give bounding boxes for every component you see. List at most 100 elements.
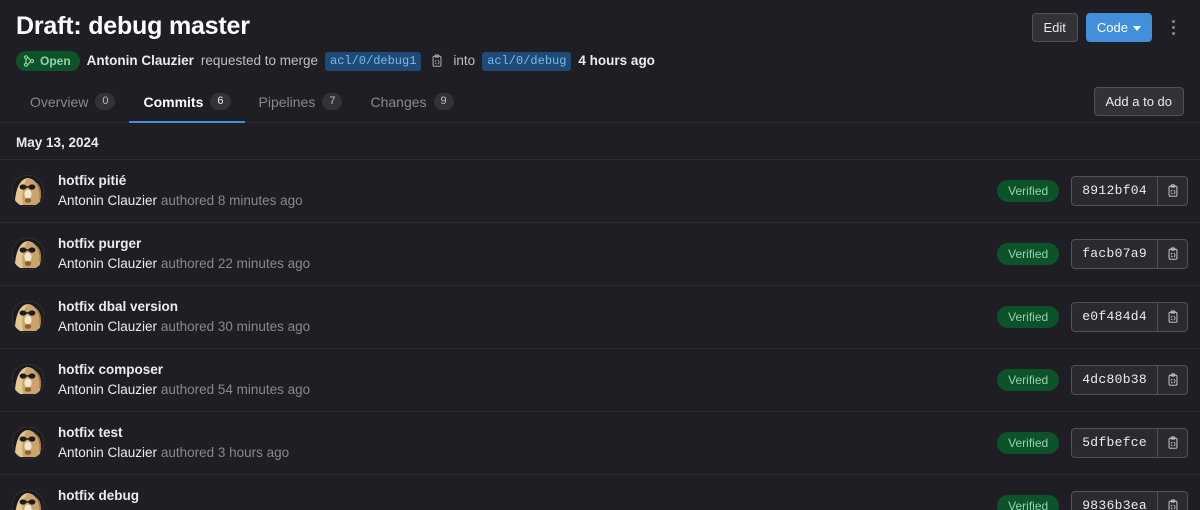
tab-pipelines-label: Pipelines <box>258 94 316 110</box>
tab-overview-label: Overview <box>30 94 89 110</box>
verified-badge[interactable]: Verified <box>997 306 1060 328</box>
code-button[interactable]: Code <box>1085 13 1152 42</box>
verified-badge[interactable]: Verified <box>997 369 1060 391</box>
commit-sha-group: 5dfbefce <box>1071 428 1188 458</box>
commit-sha[interactable]: 8912bf04 <box>1072 177 1157 205</box>
commit-title[interactable]: hotfix composer <box>58 360 997 379</box>
clipboard-glyph <box>1168 247 1177 260</box>
commit-sha[interactable]: 5dfbefce <box>1072 429 1157 457</box>
kebab-dot <box>1171 26 1175 29</box>
clipboard-icon[interactable] <box>1157 366 1187 394</box>
avatar[interactable] <box>12 238 44 270</box>
avatar[interactable] <box>12 175 44 207</box>
commit-title[interactable]: hotfix pitié <box>58 171 997 190</box>
clipboard-glyph <box>1168 436 1177 449</box>
commit-row: hotfix test Antonin Clauzier authored 3 h… <box>0 412 1200 475</box>
commit-title[interactable]: hotfix test <box>58 423 997 442</box>
clipboard-icon[interactable] <box>428 52 446 70</box>
verified-badge[interactable]: Verified <box>997 432 1060 454</box>
commit-title[interactable]: hotfix debug <box>58 486 997 505</box>
verified-badge[interactable]: Verified <box>997 180 1060 202</box>
avatar[interactable] <box>12 490 44 510</box>
chevron-down-icon <box>1133 26 1141 31</box>
commit-author[interactable]: Antonin Clauzier <box>58 319 157 334</box>
ellipsis-vertical-icon[interactable] <box>1162 15 1184 41</box>
header-actions: Edit Code <box>1031 10 1184 42</box>
commit-subtitle: Antonin Clauzier authored 30 minutes ago <box>58 317 997 337</box>
commit-sha[interactable]: facb07a9 <box>1072 240 1157 268</box>
commit-subtitle: Antonin Clauzier authored 3 hours ago <box>58 443 997 463</box>
avatar-image <box>12 301 44 333</box>
commit-title[interactable]: hotfix dbal version <box>58 297 997 316</box>
commit-subtitle: Antonin Clauzier authored 22 minutes ago <box>58 254 997 274</box>
clipboard-icon[interactable] <box>1157 429 1187 457</box>
commit-row: hotfix purger Antonin Clauzier authored 2… <box>0 223 1200 286</box>
commit-info: hotfix test Antonin Clauzier authored 3 h… <box>58 423 997 463</box>
clipboard-glyph <box>1168 310 1177 323</box>
commit-author[interactable]: Antonin Clauzier <box>58 256 157 271</box>
merge-request-page: Draft: debug master Edit Code Open Anton… <box>0 0 1200 510</box>
commit-subtitle: Antonin Clauzier authored 3 hours ago <box>58 506 997 510</box>
commit-author[interactable]: Antonin Clauzier <box>58 445 157 460</box>
verified-badge[interactable]: Verified <box>997 243 1060 265</box>
commit-sha-group: 4dc80b38 <box>1071 365 1188 395</box>
commit-row: hotfix dbal version Antonin Clauzier auth… <box>0 286 1200 349</box>
commit-row: hotfix composer Antonin Clauzier authored… <box>0 349 1200 412</box>
commit-actions: Verified facb07a9 <box>997 239 1188 269</box>
clipboard-glyph <box>1168 373 1177 386</box>
clipboard-glyph <box>1168 499 1177 510</box>
avatar-image <box>12 364 44 396</box>
clipboard-icon[interactable] <box>1157 303 1187 331</box>
commit-actions: Verified 5dfbefce <box>997 428 1188 458</box>
commit-sha-group: 8912bf04 <box>1071 176 1188 206</box>
clipboard-glyph <box>1168 184 1177 197</box>
tab-commits-count: 6 <box>210 93 231 110</box>
tab-commits[interactable]: Commits 6 <box>129 85 245 123</box>
clipboard-icon[interactable] <box>1157 240 1187 268</box>
commit-list: hotfix pitié Antonin Clauzier authored 8 … <box>0 160 1200 510</box>
avatar-image <box>12 427 44 459</box>
mr-action-text: requested to merge <box>200 53 318 68</box>
clipboard-icon[interactable] <box>1157 177 1187 205</box>
mr-author[interactable]: Antonin Clauzier <box>87 51 194 71</box>
tab-changes-label: Changes <box>370 94 427 110</box>
avatar-image <box>12 175 44 207</box>
tab-pipelines[interactable]: Pipelines 7 <box>245 85 357 123</box>
edit-button[interactable]: Edit <box>1031 13 1078 42</box>
avatar[interactable] <box>12 301 44 333</box>
clipboard-icon[interactable] <box>1157 492 1187 510</box>
verified-badge[interactable]: Verified <box>997 495 1060 510</box>
commit-info: hotfix debugAntonin Clauzier authored 3 … <box>58 486 997 510</box>
commit-row: hotfix pitié Antonin Clauzier authored 8 … <box>0 160 1200 223</box>
mr-header: Draft: debug master Edit Code Open Anton… <box>0 0 1200 71</box>
avatar-image <box>12 238 44 270</box>
avatar[interactable] <box>12 427 44 459</box>
commit-info: hotfix dbal version Antonin Clauzier auth… <box>58 297 997 337</box>
tab-overview[interactable]: Overview 0 <box>16 85 129 123</box>
commit-authored-time: authored 3 hours ago <box>160 445 290 460</box>
commit-author[interactable]: Antonin Clauzier <box>58 193 157 208</box>
add-todo-button[interactable]: Add a to do <box>1093 87 1184 116</box>
mr-tabs-bar: Overview 0 Commits 6 Pipelines 7 Changes… <box>0 85 1200 123</box>
commit-sha-group: facb07a9 <box>1071 239 1188 269</box>
commit-actions: Verified 9836b3ea <box>997 491 1188 510</box>
commit-title[interactable]: hotfix purger <box>58 234 997 253</box>
tab-changes[interactable]: Changes 9 <box>356 85 467 123</box>
merge-request-icon <box>23 55 35 67</box>
commit-row: hotfix debugAntonin Clauzier authored 3 … <box>0 475 1200 510</box>
commit-author[interactable]: Antonin Clauzier <box>58 382 157 397</box>
commit-sha[interactable]: e0f484d4 <box>1072 303 1157 331</box>
commit-authored-time: authored 30 minutes ago <box>160 319 311 334</box>
tab-commits-label: Commits <box>143 94 204 110</box>
commit-info: hotfix pitié Antonin Clauzier authored 8 … <box>58 171 997 211</box>
avatar[interactable] <box>12 364 44 396</box>
commit-subtitle: Antonin Clauzier authored 54 minutes ago <box>58 380 997 400</box>
title-row: Draft: debug master Edit Code <box>16 10 1184 42</box>
commit-sha-group: e0f484d4 <box>1071 302 1188 332</box>
source-branch-pill[interactable]: acl/0/debug1 <box>325 51 422 71</box>
target-branch-pill[interactable]: acl/0/debug <box>482 51 572 71</box>
commit-sha[interactable]: 4dc80b38 <box>1072 366 1157 394</box>
clipboard-glyph <box>432 54 442 67</box>
commit-sha[interactable]: 9836b3ea <box>1072 492 1157 510</box>
tab-overview-count: 0 <box>95 93 116 110</box>
